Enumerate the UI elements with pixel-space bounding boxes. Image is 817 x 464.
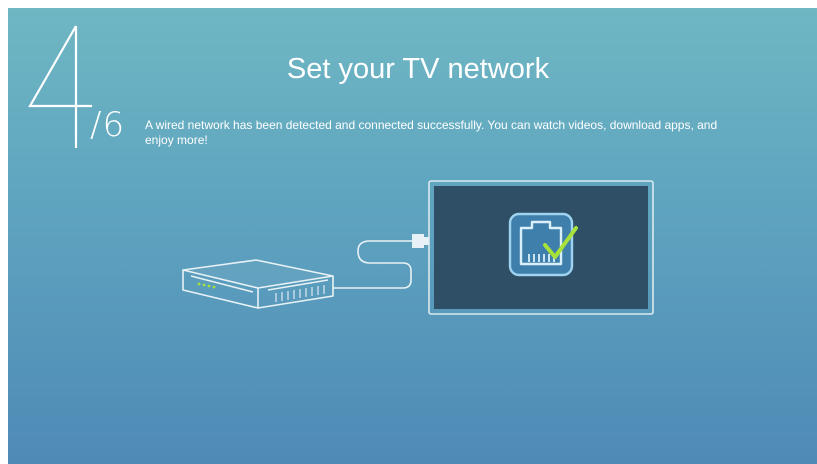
network-setup-screen: /6 Set your TV network A wired network h… [8,8,817,464]
ethernet-connected-check-icon [508,212,578,277]
network-illustration [182,180,654,315]
router-icon [182,259,334,309]
ethernet-cable-icon [332,234,429,289]
